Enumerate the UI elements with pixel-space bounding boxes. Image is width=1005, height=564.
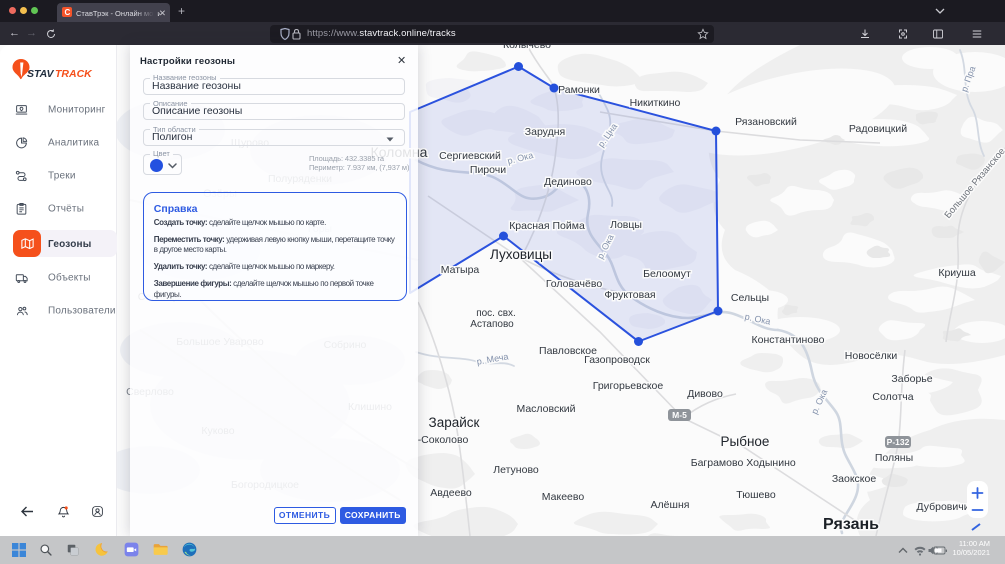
svg-text:Матыра: Матыра [441,264,480,276]
svg-text:Алёшня: Алёшня [651,499,690,511]
svg-text:Григорьевское: Григорьевское [593,380,664,392]
svg-text:Криуша: Криуша [938,267,975,279]
svg-text:Масловский: Масловский [516,403,575,415]
svg-text:Макеево: Макеево [542,491,585,503]
svg-text:Летуново: Летуново [493,464,539,476]
svg-text:TRACK: TRACK [55,68,93,80]
svg-text:Зарайск: Зарайск [429,415,480,430]
svg-text:Поляны: Поляны [875,452,913,464]
svg-text:Баграмово: Баграмово [691,457,744,469]
svg-text:Ходынино: Ходынино [746,457,796,469]
svg-text:Новосёлки: Новосёлки [845,350,898,362]
svg-text:Белоомут: Белоомут [643,268,691,280]
svg-text:Авдеево: Авдеево [430,487,472,499]
svg-text:Рыбное: Рыбное [721,434,770,449]
svg-text:Дубровичи: Дубровичи [916,501,969,513]
svg-text:Зарудня: Зарудня [525,126,565,138]
svg-text:Никиткино: Никиткино [630,97,681,109]
svg-text:Рязановский: Рязановский [735,116,797,128]
svg-text:Радовицкий: Радовицкий [849,123,907,135]
svg-text:Ловцы: Ловцы [610,219,642,231]
svg-text:Рязань: Рязань [823,516,879,533]
svg-text:Головачёво: Головачёво [546,278,603,290]
svg-text:Газопроводск: Газопроводск [584,354,650,366]
svg-text:Солотча: Солотча [872,391,913,403]
svg-text:STAV: STAV [27,68,54,80]
svg-text:Заокское: Заокское [832,473,877,485]
svg-text:М-5: М-5 [672,410,687,420]
svg-text:Астапово: Астапово [470,319,514,330]
svg-text:Дединово: Дединово [544,176,592,188]
svg-text:Дивово: Дивово [687,388,723,400]
svg-text:-Соколово: -Соколово [418,434,469,446]
svg-text:Фруктовая: Фруктовая [604,289,655,301]
svg-text:Луховицы: Луховицы [490,247,552,262]
svg-text:Красная Пойма: Красная Пойма [509,220,585,232]
svg-text:Пирочи: Пирочи [470,164,506,176]
svg-text:Тюшево: Тюшево [736,489,776,501]
svg-text:Р-132: Р-132 [887,437,910,447]
svg-text:Заборье: Заборье [891,373,932,385]
svg-text:Колычево: Колычево [503,45,551,51]
svg-text:Сергиевский: Сергиевский [439,150,501,162]
svg-text:Сельцы: Сельцы [731,292,769,304]
svg-text:Константиново: Константиново [752,334,825,346]
svg-text:пос. свх.: пос. свх. [476,308,516,319]
svg-text:Рамонки: Рамонки [558,84,600,96]
